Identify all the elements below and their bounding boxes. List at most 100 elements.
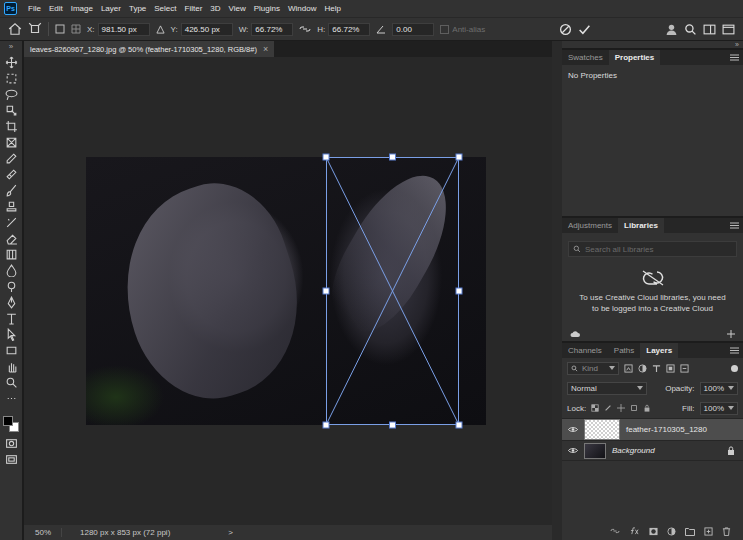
share-icon[interactable]: [665, 23, 678, 36]
quick-mask-icon[interactable]: [5, 437, 18, 450]
cancel-transform-icon[interactable]: [559, 23, 572, 36]
lock-transparent-icon[interactable]: [591, 404, 599, 412]
tool-icon[interactable]: [5, 88, 18, 101]
reference-point-icon[interactable]: [55, 24, 65, 34]
lock-position-icon[interactable]: [617, 404, 625, 412]
group-folder-icon[interactable]: [685, 527, 695, 536]
adjustment-filter-icon[interactable]: [638, 364, 647, 373]
transform-handle[interactable]: [323, 422, 329, 428]
tool-icon[interactable]: [5, 168, 18, 181]
cloud-sync-icon[interactable]: [570, 330, 580, 338]
status-menu-arrow[interactable]: >: [228, 528, 233, 537]
lock-pixels-icon[interactable]: [604, 404, 612, 412]
add-icon[interactable]: [727, 330, 735, 338]
tool-icon[interactable]: [5, 184, 18, 197]
tool-icon[interactable]: [5, 104, 18, 117]
menu-item[interactable]: Plugins: [251, 4, 283, 13]
foreground-color-swatch[interactable]: [3, 416, 13, 426]
home-icon[interactable]: [8, 22, 22, 36]
tool-icon[interactable]: [5, 280, 18, 293]
fill-field[interactable]: 100%: [700, 402, 738, 415]
y-field[interactable]: 426.50 px: [181, 23, 233, 36]
canvas[interactable]: [24, 57, 552, 525]
h-field[interactable]: 66.72%: [328, 23, 370, 36]
screen-mode-icon[interactable]: [5, 453, 18, 466]
transform-bounding-box[interactable]: [326, 157, 459, 425]
transform-move-icon[interactable]: [28, 22, 42, 36]
menu-item[interactable]: Help: [321, 4, 343, 13]
panel-tab[interactable]: Channels: [562, 343, 608, 358]
shape-filter-icon[interactable]: [666, 364, 675, 373]
menu-item[interactable]: 3D: [207, 4, 223, 13]
eye-icon[interactable]: [568, 426, 578, 433]
layer-filter-dropdown[interactable]: Kind: [567, 362, 619, 375]
tool-icon[interactable]: [5, 376, 18, 389]
tool-icon[interactable]: [5, 248, 18, 261]
lock-icon[interactable]: [727, 446, 735, 455]
layer-row[interactable]: Background: [562, 441, 743, 461]
panel-tab[interactable]: Layers: [640, 343, 678, 358]
menu-item[interactable]: File: [25, 4, 44, 13]
menu-item[interactable]: Type: [126, 4, 149, 13]
reference-grid-icon[interactable]: [71, 24, 81, 34]
tool-icon[interactable]: [5, 56, 18, 69]
new-layer-icon[interactable]: [704, 527, 713, 536]
link-layers-icon[interactable]: [610, 527, 620, 535]
panel-tab[interactable]: Swatches: [562, 50, 609, 65]
menu-item[interactable]: Edit: [46, 4, 66, 13]
delete-layer-icon[interactable]: [722, 527, 731, 536]
tool-icon[interactable]: [5, 152, 18, 165]
pixel-filter-icon[interactable]: [624, 364, 633, 373]
lock-artboard-icon[interactable]: [630, 404, 638, 412]
document-tab[interactable]: leaves-8260967_1280.jpg @ 50% (feather-1…: [24, 41, 274, 57]
eye-icon[interactable]: [568, 447, 578, 454]
transform-handle[interactable]: [456, 422, 462, 428]
menu-item[interactable]: Select: [151, 4, 179, 13]
tool-icon[interactable]: [5, 328, 18, 341]
transform-handle[interactable]: [323, 288, 329, 294]
color-swatches[interactable]: [3, 416, 19, 432]
tool-icon[interactable]: [5, 392, 18, 405]
x-field[interactable]: 981.50 px: [98, 23, 150, 36]
tool-icon[interactable]: [5, 120, 18, 133]
layer-row[interactable]: feather-1710305_1280: [562, 419, 743, 441]
tool-icon[interactable]: [5, 200, 18, 213]
type-filter-icon[interactable]: [652, 364, 661, 373]
adjustment-layer-icon[interactable]: [667, 527, 676, 536]
opacity-field[interactable]: 100%: [700, 382, 738, 395]
tool-icon[interactable]: [5, 296, 18, 309]
layer-name[interactable]: feather-1710305_1280: [626, 425, 707, 434]
anti-alias-checkbox[interactable]: Anti-alias: [440, 25, 485, 34]
panel-tab[interactable]: Paths: [608, 343, 640, 358]
blend-mode-dropdown[interactable]: Normal: [567, 382, 647, 395]
fx-icon[interactable]: [629, 527, 640, 535]
panel-menu-icon[interactable]: [730, 54, 739, 61]
library-search-field[interactable]: Search all Libraries: [568, 241, 737, 257]
panel-tab[interactable]: Libraries: [618, 218, 664, 233]
tool-icon[interactable]: [5, 232, 18, 245]
transform-handle[interactable]: [390, 154, 396, 160]
menu-item[interactable]: Layer: [98, 4, 124, 13]
workspace-icon[interactable]: [703, 23, 716, 36]
relative-position-icon[interactable]: [156, 25, 165, 34]
menu-item[interactable]: Window: [285, 4, 319, 13]
menu-item[interactable]: Filter: [182, 4, 206, 13]
close-tab-button[interactable]: ×: [263, 44, 268, 54]
tool-icon[interactable]: [5, 72, 18, 85]
transform-handle[interactable]: [456, 288, 462, 294]
tool-icon[interactable]: [5, 136, 18, 149]
transform-handle[interactable]: [456, 154, 462, 160]
angle-field[interactable]: 0.00: [392, 23, 434, 36]
panel-menu-icon[interactable]: [730, 222, 739, 229]
panel-menu-icon[interactable]: [730, 347, 739, 354]
transform-handle[interactable]: [390, 422, 396, 428]
lock-all-icon[interactable]: [643, 404, 651, 412]
w-field[interactable]: 66.72%: [251, 23, 293, 36]
tool-icon[interactable]: [5, 344, 18, 357]
smart-object-filter-icon[interactable]: [680, 364, 689, 373]
link-icon[interactable]: [299, 24, 311, 34]
layer-mask-icon[interactable]: [649, 527, 658, 536]
screen-icon[interactable]: [722, 23, 735, 36]
zoom-level[interactable]: 50%: [35, 528, 62, 537]
menu-item[interactable]: View: [226, 4, 249, 13]
